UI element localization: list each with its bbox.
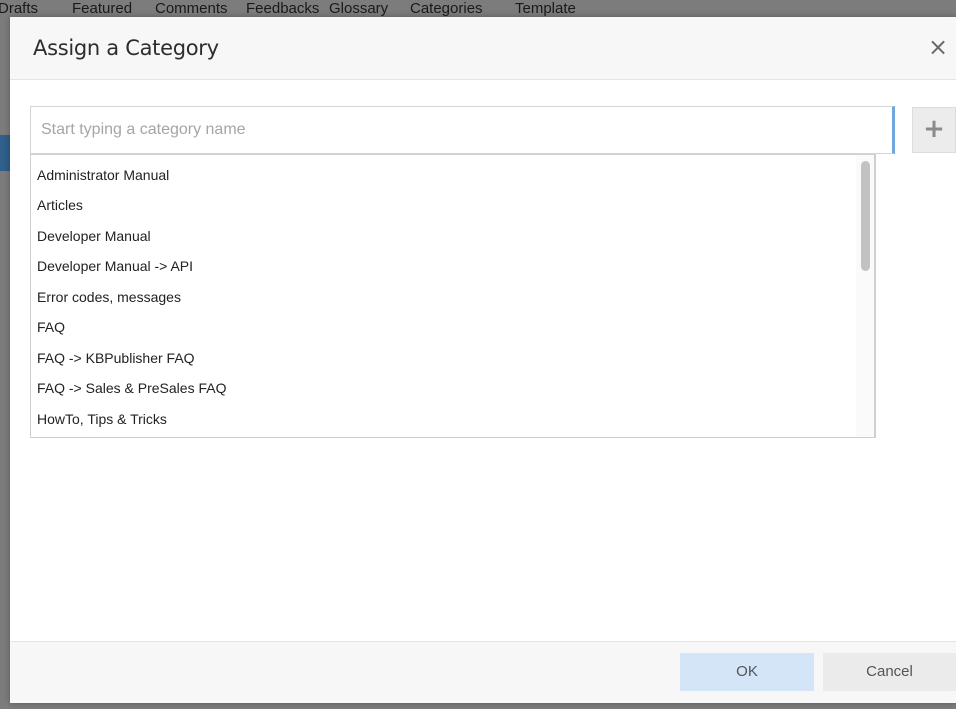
- background-sidebar-accent: [0, 135, 10, 171]
- tab-comments: Comments: [155, 0, 228, 17]
- close-icon[interactable]: ×: [926, 35, 950, 59]
- category-list[interactable]: Administrator Manual Articles Developer …: [30, 154, 876, 438]
- list-item[interactable]: Developer Manual: [37, 221, 151, 251]
- list-item[interactable]: FAQ -> Sales & PreSales FAQ: [37, 373, 226, 403]
- scrollbar-thumb[interactable]: [861, 161, 870, 271]
- list-item[interactable]: Error codes, messages: [37, 282, 181, 312]
- background-tab-bar: Drafts Featured Comments Feedbacks Gloss…: [0, 0, 956, 18]
- tab-glossary: Glossary: [329, 0, 389, 17]
- dialog-title: Assign a Category: [33, 36, 219, 60]
- tab-categories: Categories: [410, 0, 483, 17]
- list-item[interactable]: Articles: [37, 190, 83, 220]
- tab-drafts: Drafts: [0, 0, 39, 17]
- list-item[interactable]: HowTo, Tips & Tricks: [37, 404, 167, 434]
- list-item[interactable]: Developer Manual -> API: [37, 251, 193, 281]
- category-list-scrollbar[interactable]: [856, 154, 875, 438]
- list-item[interactable]: FAQ -> KBPublisher FAQ: [37, 343, 195, 373]
- cancel-button[interactable]: Cancel: [823, 653, 956, 691]
- list-item[interactable]: Administrator Manual: [37, 160, 169, 190]
- tab-template: Template: [515, 0, 576, 17]
- dialog-footer: OK Cancel: [10, 641, 956, 703]
- assign-category-dialog: Assign a Category × + Administrator Manu…: [10, 17, 956, 703]
- list-item[interactable]: FAQ: [37, 312, 65, 342]
- category-search-input[interactable]: [30, 106, 895, 154]
- add-category-button[interactable]: +: [912, 107, 956, 153]
- tab-feedbacks: Feedbacks: [246, 0, 320, 17]
- ok-button[interactable]: OK: [680, 653, 814, 691]
- dialog-header: Assign a Category ×: [10, 17, 956, 80]
- tab-featured: Featured: [72, 0, 133, 17]
